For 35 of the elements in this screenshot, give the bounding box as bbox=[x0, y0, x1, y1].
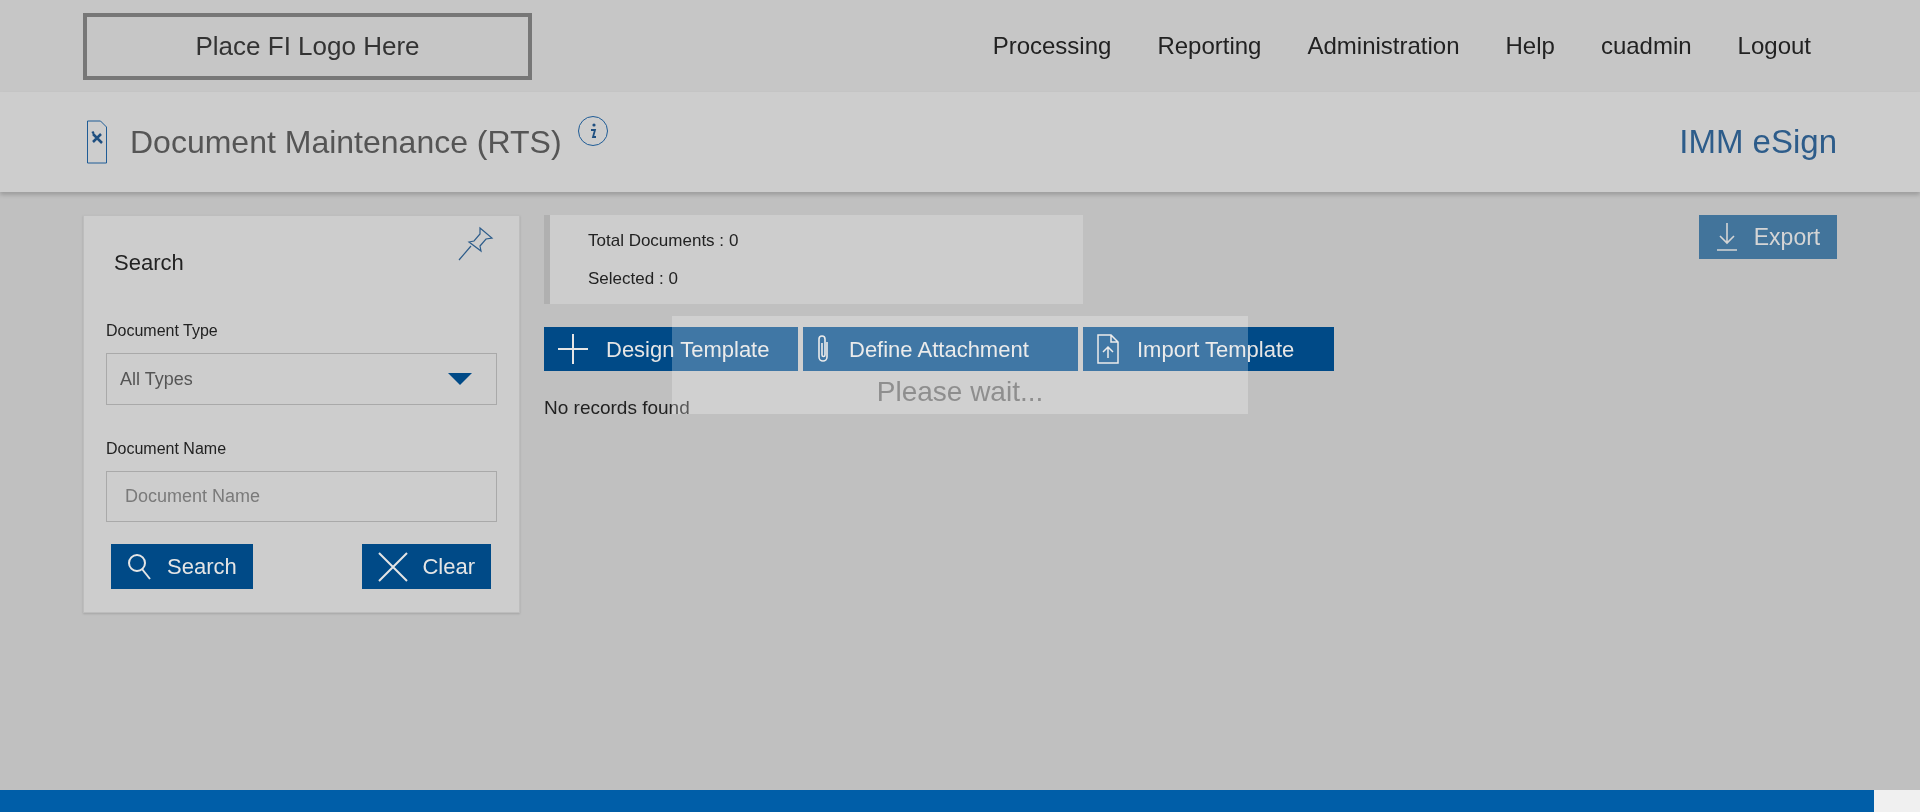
search-icon bbox=[127, 552, 153, 581]
toolbar-button[interactable]: Import Template bbox=[1083, 327, 1334, 371]
nav-link[interactable]: Reporting bbox=[1157, 28, 1262, 64]
stat-label: Total Documents : bbox=[588, 230, 725, 252]
page-title: Document Maintenance (RTS) bbox=[130, 123, 562, 162]
product-name: IMM eSign bbox=[1679, 122, 1837, 163]
stat-label: Selected : bbox=[588, 267, 664, 290]
pin-icon[interactable] bbox=[458, 226, 494, 262]
text-field[interactable]: Document Name bbox=[106, 471, 497, 522]
close-icon bbox=[378, 551, 409, 582]
field-label: Document Name bbox=[106, 439, 228, 459]
nav-link[interactable]: cuadmin bbox=[1600, 28, 1692, 64]
dropdown[interactable]: All Types bbox=[106, 353, 497, 405]
logo-placeholder-text: Place FI Logo Here bbox=[195, 29, 420, 63]
clear-button[interactable]: Clear bbox=[362, 544, 491, 589]
document-tools-icon bbox=[87, 120, 107, 164]
toolbar-button[interactable]: Design Template bbox=[544, 327, 798, 371]
panel-title: Search bbox=[114, 249, 185, 277]
loading-text: Please wait... bbox=[876, 376, 1044, 408]
stat-value: 0 bbox=[729, 230, 739, 252]
nav-link[interactable]: Administration bbox=[1307, 28, 1460, 64]
footer-corner bbox=[1874, 790, 1920, 812]
download-icon bbox=[1715, 223, 1738, 251]
empty-message: No records found bbox=[544, 396, 691, 420]
nav-link[interactable]: Help bbox=[1505, 28, 1555, 64]
caret-icon bbox=[448, 373, 472, 385]
paperclip-icon bbox=[817, 334, 831, 364]
nav-link[interactable]: Logout bbox=[1737, 28, 1811, 64]
search-button[interactable]: Search bbox=[111, 544, 253, 589]
field-label: Document Type bbox=[106, 321, 219, 341]
nav-link[interactable]: Processing bbox=[992, 28, 1112, 64]
file-upload-icon bbox=[1097, 334, 1119, 364]
plus-icon bbox=[558, 334, 588, 364]
toolbar-button[interactable]: Define Attachment bbox=[803, 327, 1078, 371]
stat-value: 0 bbox=[668, 267, 679, 290]
